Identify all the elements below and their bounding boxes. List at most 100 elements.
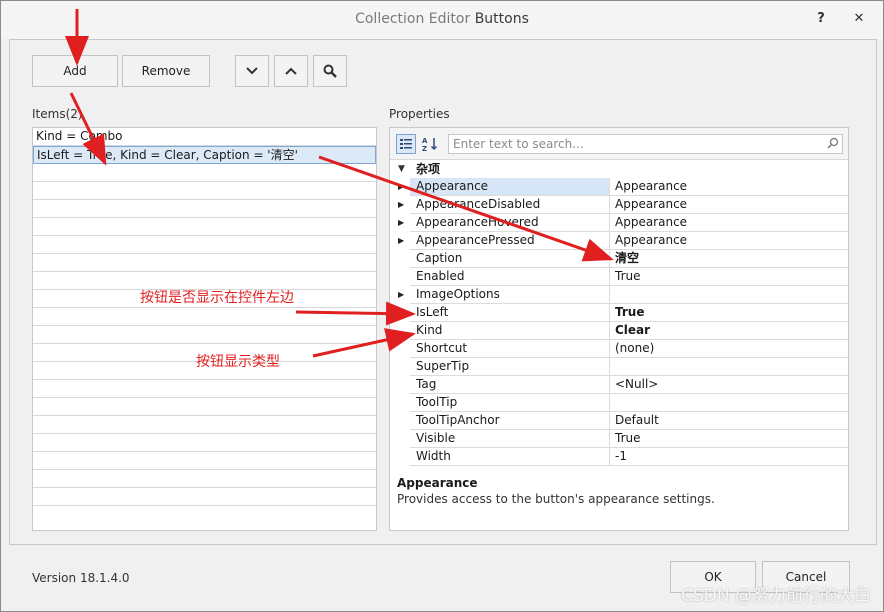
property-value[interactable]: Appearance: [611, 178, 687, 195]
svg-text:Z: Z: [422, 145, 427, 152]
property-name: ToolTip: [410, 394, 610, 411]
property-toolbar: AZ Enter text to search...: [390, 128, 848, 160]
expand-icon[interactable]: ▶: [398, 236, 404, 245]
title-bar: Collection Editor Buttons ? ✕: [1, 1, 883, 39]
expand-icon[interactable]: ▶: [398, 200, 404, 209]
svg-text:A: A: [422, 137, 428, 145]
property-name: AppearancePressed: [410, 232, 610, 249]
property-name: ToolTipAnchor: [410, 412, 610, 429]
watermark: CSDN @努力前行的大白: [681, 586, 871, 606]
property-row[interactable]: IsLeft True: [410, 304, 848, 322]
property-row[interactable]: Enabled True: [410, 268, 848, 286]
property-name: SuperTip: [410, 358, 610, 375]
remove-button[interactable]: Remove: [122, 55, 210, 87]
property-value[interactable]: [611, 286, 615, 303]
empty-list-row: [33, 182, 376, 200]
property-grid: AZ Enter text to search... ▼ 杂项 ▶ Appeara…: [389, 127, 849, 531]
collapse-icon: ▼: [398, 164, 405, 174]
empty-list-row: [33, 200, 376, 218]
category-row[interactable]: ▼ 杂项: [390, 160, 848, 178]
move-down-button[interactable]: [235, 55, 269, 87]
empty-list-row: [33, 308, 376, 326]
property-row[interactable]: Shortcut (none): [410, 340, 848, 358]
property-row[interactable]: Kind Clear: [410, 322, 848, 340]
search-button[interactable]: [313, 55, 347, 87]
property-row[interactable]: ▶ AppearanceDisabled Appearance: [398, 196, 848, 214]
chevron-down-icon: [246, 67, 258, 75]
empty-list-row: [33, 398, 376, 416]
property-value[interactable]: Appearance: [611, 214, 687, 231]
property-row[interactable]: ▶ AppearanceHovered Appearance: [398, 214, 848, 232]
property-name: Tag: [410, 376, 610, 393]
property-name: Width: [410, 448, 610, 465]
property-name: Enabled: [410, 268, 610, 285]
category-label: 杂项: [416, 162, 441, 176]
empty-list-row: [33, 218, 376, 236]
property-row[interactable]: ▶ AppearancePressed Appearance: [398, 232, 848, 250]
move-up-button[interactable]: [274, 55, 308, 87]
empty-list-row: [33, 452, 376, 470]
property-value[interactable]: Clear: [611, 322, 650, 339]
property-value[interactable]: -1: [611, 448, 627, 465]
expand-icon[interactable]: ▶: [398, 182, 404, 191]
property-row[interactable]: ToolTip: [410, 394, 848, 412]
title-main: Buttons: [474, 11, 529, 27]
property-value[interactable]: 清空: [611, 250, 639, 267]
property-value[interactable]: (none): [611, 340, 654, 357]
property-row[interactable]: Caption 清空: [410, 250, 848, 268]
property-name: Visible: [410, 430, 610, 447]
property-row[interactable]: ▶ ImageOptions: [398, 286, 848, 304]
empty-list-row: [33, 326, 376, 344]
property-value[interactable]: True: [611, 268, 641, 285]
title-prefix: Collection Editor: [355, 11, 471, 27]
window-title: Collection Editor Buttons: [1, 11, 883, 27]
list-item-selected[interactable]: IsLeft = True, Kind = Clear, Caption = '…: [33, 146, 376, 164]
magnifier-icon: [323, 64, 337, 78]
version-label: Version 18.1.4.0: [32, 571, 130, 585]
expand-icon[interactable]: ▶: [398, 218, 404, 227]
property-value[interactable]: [611, 358, 615, 375]
property-row[interactable]: Width -1: [410, 448, 848, 466]
property-name: ImageOptions: [410, 286, 610, 303]
property-row[interactable]: ToolTipAnchor Default: [410, 412, 848, 430]
empty-list-row: [33, 434, 376, 452]
help-button[interactable]: ?: [813, 11, 829, 29]
property-value[interactable]: Default: [611, 412, 659, 429]
categorized-view-icon[interactable]: [396, 134, 416, 154]
kind-annotation: 按钮显示类型: [196, 354, 280, 370]
collection-editor-window: Collection Editor Buttons ? ✕ Add Remove…: [0, 0, 884, 612]
isleft-annotation: 按钮是否显示在控件左边: [140, 290, 294, 306]
empty-list-row: [33, 236, 376, 254]
property-row[interactable]: Tag <Null>: [410, 376, 848, 394]
property-search-input[interactable]: Enter text to search...: [448, 134, 843, 154]
items-header: Items(2): [32, 107, 83, 121]
property-value[interactable]: <Null>: [611, 376, 658, 393]
empty-list-row: [33, 416, 376, 434]
alphabetical-sort-icon[interactable]: AZ: [420, 134, 440, 154]
property-row[interactable]: SuperTip: [410, 358, 848, 376]
property-name: Shortcut: [410, 340, 610, 357]
expand-icon[interactable]: ▶: [398, 290, 404, 299]
property-name: AppearanceHovered: [410, 214, 610, 231]
property-value[interactable]: Appearance: [611, 232, 687, 249]
list-item[interactable]: Kind = Combo: [33, 128, 376, 146]
property-value[interactable]: True: [611, 304, 644, 321]
property-rows: ▶ Appearance Appearance ▶ AppearanceDisabled…: [398, 178, 848, 466]
properties-header: Properties: [389, 107, 450, 121]
property-name: Kind: [410, 322, 610, 339]
description-text: Provides access to the button's appearan…: [397, 492, 715, 506]
chevron-up-icon: [285, 67, 297, 75]
property-value[interactable]: [611, 394, 615, 411]
property-value[interactable]: True: [611, 430, 641, 447]
add-button[interactable]: Add: [32, 55, 118, 87]
empty-list-row: [33, 470, 376, 488]
items-list[interactable]: Kind = Combo IsLeft = True, Kind = Clear…: [32, 127, 377, 531]
property-row[interactable]: ▶ Appearance Appearance: [398, 178, 848, 196]
property-name: IsLeft: [410, 304, 610, 321]
close-button[interactable]: ✕: [851, 11, 867, 29]
empty-list-row: [33, 254, 376, 272]
property-value[interactable]: Appearance: [611, 196, 687, 213]
empty-list-row: [33, 164, 376, 182]
description-title: Appearance: [397, 476, 478, 490]
property-row[interactable]: Visible True: [410, 430, 848, 448]
